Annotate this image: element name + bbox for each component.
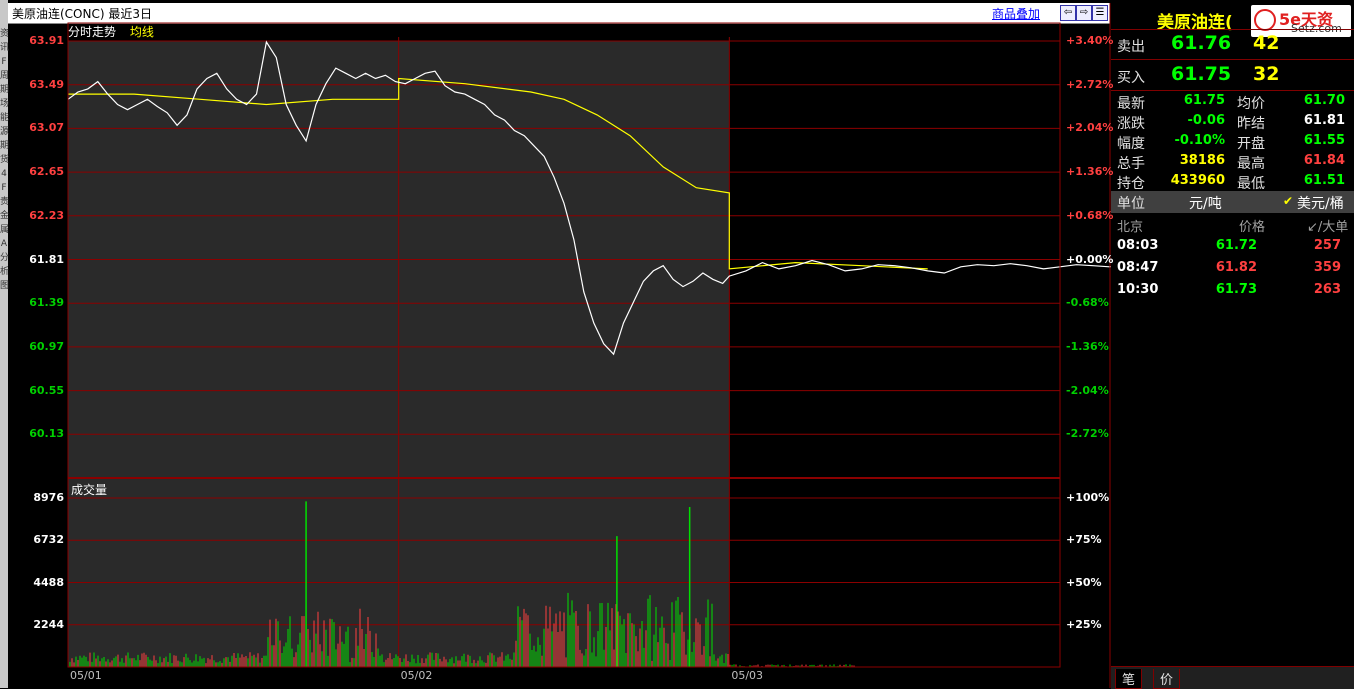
price-tick-label: 62.65 <box>29 165 64 179</box>
price-tick-label: 63.07 <box>29 121 64 135</box>
percent-tick-label: +2.04% <box>1066 121 1114 135</box>
unit-value[interactable]: 元/吨 <box>1189 193 1222 213</box>
percent-tick-label: +3.40% <box>1066 34 1114 47</box>
quote-key: 昨结 <box>1237 116 1265 132</box>
logo-icon <box>1254 9 1276 31</box>
price-tick-label: 61.39 <box>29 296 64 310</box>
volume-tick-label: 8976 <box>33 491 64 504</box>
quote-value: 61.81 <box>1303 113 1345 128</box>
date-tick-label: 05/01 <box>70 669 102 682</box>
trades-header-price: 价格 <box>1239 220 1266 235</box>
percent-tick-label: -2.72% <box>1066 427 1109 441</box>
quote-value: 38186 <box>1179 153 1225 168</box>
divider <box>1111 29 1354 30</box>
price-tick-label: 63.91 <box>29 34 64 47</box>
bottom-tabs: 笔 价 <box>1111 666 1354 689</box>
percent-tick-label: +1.36% <box>1066 165 1114 179</box>
quote-key: 幅度 <box>1117 136 1145 152</box>
check-icon: ✔ <box>1283 194 1294 208</box>
quote-key: 最新 <box>1117 96 1145 112</box>
trade-vol: 257 <box>1313 238 1341 253</box>
sell-price: 61.76 <box>1171 32 1232 54</box>
trade-vol: 263 <box>1313 282 1341 297</box>
trade-vol: 359 <box>1313 260 1341 275</box>
volume-tick-label: 4488 <box>33 575 64 589</box>
trade-time: 08:03 <box>1117 238 1159 253</box>
volume-title: 成交量 <box>71 483 108 497</box>
price-tick-label: 60.13 <box>29 427 64 441</box>
trades-header-volume: ↙/大单 <box>1307 220 1349 235</box>
quote-key: 均价 <box>1237 96 1265 112</box>
price-tick-label: 61.81 <box>29 252 64 266</box>
quote-panel: 美原油连( 5e天资 Setz.com 卖出 61.76 42 买入 61.75… <box>1111 3 1354 689</box>
quote-value: -0.06 <box>1187 113 1225 128</box>
volume-percent-label: +25% <box>1066 617 1102 631</box>
trades-header-time: 北京 <box>1117 220 1144 235</box>
sell-label: 卖出 <box>1117 39 1145 55</box>
quote-value: 433960 <box>1170 173 1225 188</box>
date-tick-label: 05/02 <box>400 669 433 682</box>
percent-tick-label: +0.00% <box>1066 252 1114 266</box>
volume-percent-label: +50% <box>1066 575 1102 589</box>
volume-percent-label: +75% <box>1066 533 1102 547</box>
buy-volume: 32 <box>1253 63 1280 85</box>
buy-label: 买入 <box>1117 70 1145 86</box>
percent-tick-label: -1.36% <box>1066 339 1109 353</box>
volume-percent-label: +100% <box>1066 491 1110 504</box>
price-volume-chart[interactable] <box>0 0 1111 688</box>
quote-value: 61.51 <box>1303 173 1345 188</box>
percent-tick-label: -2.04% <box>1066 383 1109 397</box>
quote-key: 持仓 <box>1117 176 1145 192</box>
divider <box>1111 59 1354 60</box>
quote-key: 最高 <box>1237 156 1265 172</box>
trade-time: 08:47 <box>1117 260 1159 275</box>
buy-price: 61.75 <box>1171 63 1232 85</box>
quote-key: 最低 <box>1237 176 1265 192</box>
unit-bar: 单位 元/吨 ✔ 美元/桶 <box>1111 191 1354 213</box>
quote-value: -0.10% <box>1174 133 1226 148</box>
quote-value: 61.84 <box>1303 153 1345 168</box>
volume-tick-label: 6732 <box>33 533 64 547</box>
price-tick-label: 63.49 <box>29 77 64 91</box>
trade-price: 61.82 <box>1215 260 1257 275</box>
price-tick-label: 60.97 <box>29 339 64 353</box>
trade-price: 61.73 <box>1215 282 1257 297</box>
unit-alt[interactable]: 美元/桶 <box>1297 193 1344 213</box>
quote-key: 总手 <box>1117 156 1145 172</box>
quote-value: 61.55 <box>1303 133 1345 148</box>
percent-tick-label: -0.68% <box>1066 296 1109 310</box>
price-tick-label: 62.23 <box>29 208 64 222</box>
volume-tick-label: 2244 <box>33 617 64 631</box>
percent-tick-label: +2.72% <box>1066 77 1114 91</box>
price-tick-label: 60.55 <box>29 383 64 397</box>
tab-price[interactable]: 价 <box>1153 669 1181 689</box>
quote-key: 涨跌 <box>1117 116 1145 132</box>
sell-volume: 42 <box>1253 32 1280 54</box>
date-tick-label: 05/03 <box>731 669 764 682</box>
quote-value: 61.70 <box>1303 93 1345 108</box>
trade-price: 61.72 <box>1215 238 1257 253</box>
tab-ticks[interactable]: 笔 <box>1115 669 1143 689</box>
divider <box>1111 90 1354 91</box>
unit-label: 单位 <box>1117 196 1145 212</box>
trade-time: 10:30 <box>1117 282 1159 297</box>
percent-tick-label: +0.68% <box>1066 208 1114 222</box>
quote-key: 开盘 <box>1237 136 1265 152</box>
quote-value: 61.75 <box>1183 93 1225 108</box>
